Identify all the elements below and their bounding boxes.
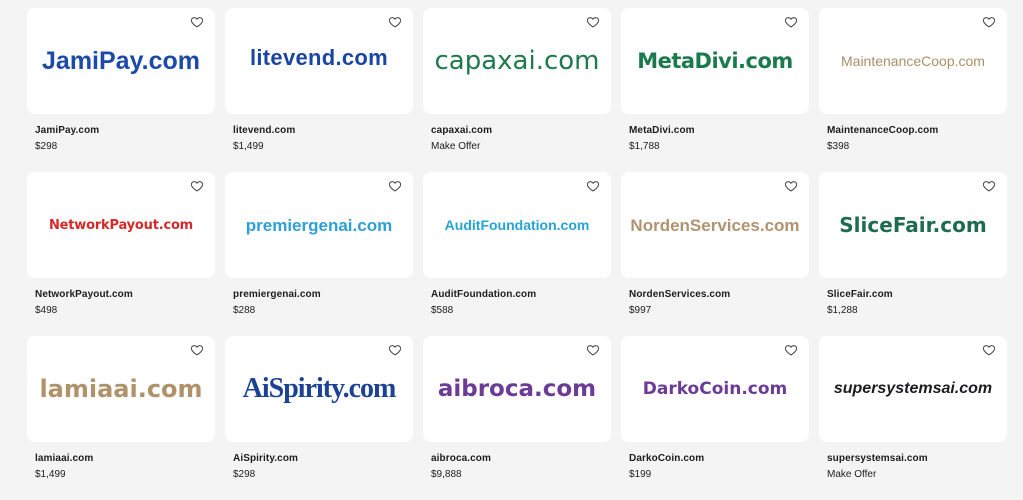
domain-name[interactable]: DarkoCoin.com [629,453,704,464]
domain-price: $1,499 [35,469,66,480]
domain-logo-tile[interactable]: litevend.com [225,8,413,114]
domain-price: Make Offer [827,469,877,480]
domain-price: $997 [629,305,652,316]
domain-logo: supersystemsai.com [833,380,993,397]
domain-name[interactable]: MetaDivi.com [629,125,695,136]
domain-logo-tile[interactable]: premiergenai.com [225,172,413,278]
domain-name[interactable]: JamiPay.com [35,125,99,136]
domain-name[interactable]: MaintenanceCoop.com [827,125,938,136]
domain-price: $9,888 [431,469,462,480]
heart-icon[interactable] [982,179,996,193]
domain-logo: premiergenai.com [245,215,393,235]
heart-icon[interactable] [586,15,600,29]
heart-icon[interactable] [388,15,402,29]
domain-logo-tile[interactable]: SliceFair.com [819,172,1007,278]
domain-name[interactable]: AuditFoundation.com [431,289,536,300]
heart-icon[interactable] [982,343,996,357]
domain-logo: NordenServices.com [630,215,800,235]
domain-logo: MetaDivi.com [637,48,793,73]
domain-logo-tile[interactable]: NordenServices.com [621,172,809,278]
domain-logo: AiSpirity.com [242,373,397,404]
domain-logo: aibroca.com [437,375,597,402]
heart-icon[interactable] [388,179,402,193]
domain-name[interactable]: supersystemsai.com [827,453,928,464]
domain-card[interactable]: premiergenai.com premiergenai.com $288 [225,172,413,336]
domain-price: $1,288 [827,305,858,316]
domain-logo-tile[interactable]: supersystemsai.com [819,336,1007,442]
domain-price: $588 [431,305,454,316]
domain-card[interactable]: NetworkPayout.com NetworkPayout.com $498 [27,172,215,336]
domain-card[interactable]: MaintenanceCoop.com MaintenanceCoop.com $3… [819,8,1007,172]
domain-price: $298 [233,469,256,480]
heart-icon[interactable] [784,343,798,357]
domain-logo-tile[interactable]: NetworkPayout.com [27,172,215,278]
domain-price: $1,499 [233,141,264,152]
domain-logo-tile[interactable]: MaintenanceCoop.com [819,8,1007,114]
domain-name[interactable]: SliceFair.com [827,289,893,300]
heart-icon[interactable] [982,15,996,29]
domain-price: $1,788 [629,141,660,152]
domain-card[interactable]: AuditFoundation.com AuditFoundation.com $5… [423,172,611,336]
heart-icon[interactable] [784,15,798,29]
domain-card[interactable]: MetaDivi.com MetaDivi.com $1,788 [621,8,809,172]
domain-name[interactable]: AiSpirity.com [233,453,298,464]
domain-card[interactable]: NordenServices.com NordenServices.com $997 [621,172,809,336]
heart-icon[interactable] [784,179,798,193]
domain-logo: capaxai.com [434,46,600,76]
domain-price: $199 [629,469,652,480]
heart-icon[interactable] [586,179,600,193]
domain-card[interactable]: aibroca.com aibroca.com $9,888 [423,336,611,500]
domain-price: $498 [35,305,58,316]
domain-name[interactable]: NetworkPayout.com [35,289,133,300]
domain-card[interactable]: AiSpirity.com AiSpirity.com $298 [225,336,413,500]
domain-name[interactable]: capaxai.com [431,125,492,136]
domain-logo: NetworkPayout.com [48,217,194,233]
domain-logo-tile[interactable]: lamiaai.com [27,336,215,442]
domain-logo: AuditFoundation.com [444,217,590,233]
domain-price: $398 [827,141,850,152]
domain-card[interactable]: lamiaai.com lamiaai.com $1,499 [27,336,215,500]
domain-card[interactable]: litevend.com litevend.com $1,499 [225,8,413,172]
domain-name[interactable]: aibroca.com [431,453,491,464]
domain-price: $288 [233,305,256,316]
domain-logo-tile[interactable]: JamiPay.com [27,8,215,114]
domain-logo: lamiaai.com [39,375,203,403]
domain-logo: JamiPay.com [42,46,200,75]
domain-logo-tile[interactable]: MetaDivi.com [621,8,809,114]
domain-logo-tile[interactable]: capaxai.com [423,8,611,114]
domain-logo: SliceFair.com [839,213,987,237]
domain-name[interactable]: premiergenai.com [233,289,321,300]
domain-card[interactable]: capaxai.com capaxai.com Make Offer [423,8,611,172]
domain-card[interactable]: supersystemsai.com supersystemsai.com Make… [819,336,1007,500]
heart-icon[interactable] [586,343,600,357]
heart-icon[interactable] [190,179,204,193]
domain-card[interactable]: DarkoCoin.com DarkoCoin.com $199 [621,336,809,500]
domain-price: Make Offer [431,141,481,152]
heart-icon[interactable] [190,343,204,357]
domain-logo: litevend.com [249,45,389,70]
domain-price: $298 [35,141,58,152]
domain-logo: MaintenanceCoop.com [841,53,985,69]
heart-icon[interactable] [190,15,204,29]
domain-name[interactable]: litevend.com [233,125,295,136]
domain-logo: DarkoCoin.com [642,378,788,399]
domain-logo-tile[interactable]: aibroca.com [423,336,611,442]
heart-icon[interactable] [388,343,402,357]
domain-listings-grid: JamiPay.com JamiPay.com $298 litevend.com li… [27,8,1007,500]
domain-card[interactable]: SliceFair.com SliceFair.com $1,288 [819,172,1007,336]
domain-logo-tile[interactable]: DarkoCoin.com [621,336,809,442]
domain-name[interactable]: lamiaai.com [35,453,93,464]
domain-logo-tile[interactable]: AuditFoundation.com [423,172,611,278]
domain-card[interactable]: JamiPay.com JamiPay.com $298 [27,8,215,172]
domain-name[interactable]: NordenServices.com [629,289,730,300]
domain-logo-tile[interactable]: AiSpirity.com [225,336,413,442]
